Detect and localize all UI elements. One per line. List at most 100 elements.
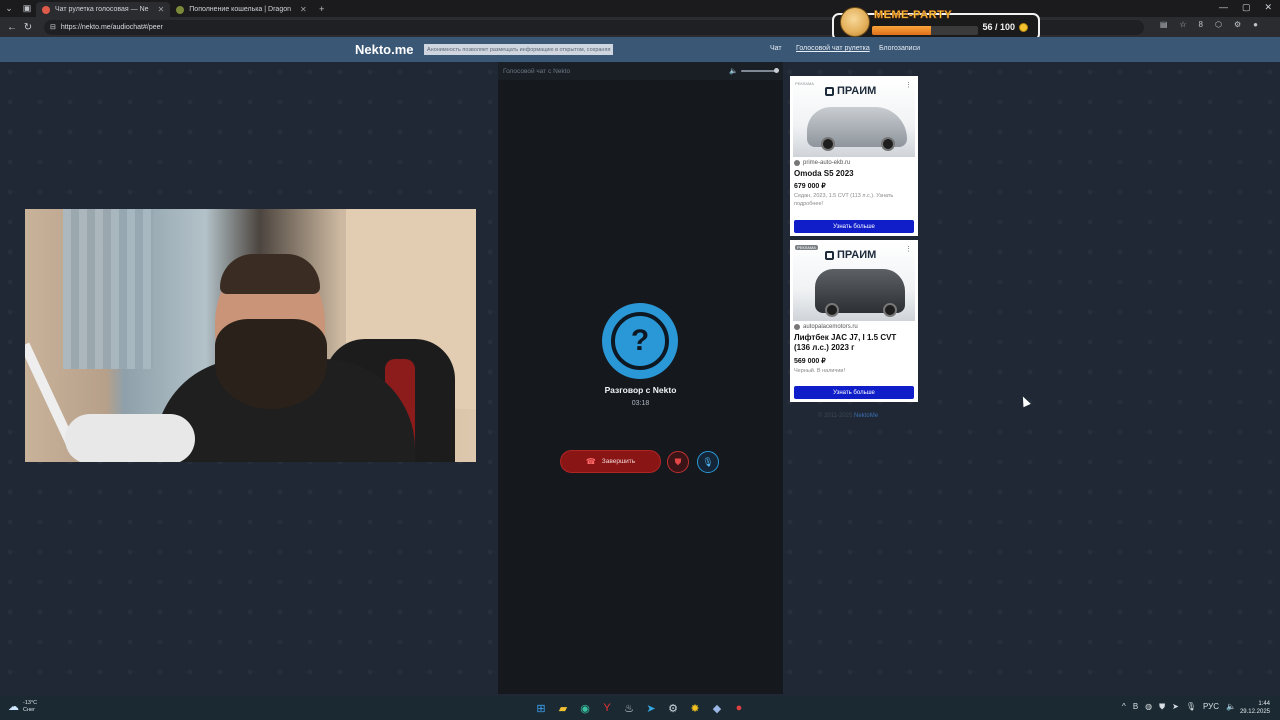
- tray-b-icon[interactable]: B: [1133, 702, 1138, 712]
- volume-knob[interactable]: [774, 68, 779, 73]
- obs-record-icon[interactable]: ●: [730, 699, 748, 717]
- webcam-curtain: [63, 209, 153, 369]
- windows-start-icon[interactable]: ⊞: [532, 699, 550, 717]
- nav-blog[interactable]: Блогозаписи: [879, 45, 920, 52]
- ad-learn-more-button[interactable]: Узнать больше: [794, 220, 914, 233]
- new-tab-button[interactable]: +: [313, 1, 331, 16]
- meme-score-text: 56 / 100: [982, 22, 1015, 32]
- voice-chat-panel: Голосовой чат с Nekto 🔈 ? Разговор с Nek…: [498, 62, 783, 694]
- app-drop-icon[interactable]: ◆: [708, 699, 726, 717]
- clock[interactable]: 1:44 29.12.2025: [1240, 700, 1270, 716]
- ad-price: 679 000 ₽: [794, 183, 826, 191]
- tray-shield-icon[interactable]: ⛊: [1159, 702, 1165, 712]
- more-options-icon[interactable]: ⋮: [905, 81, 912, 89]
- telegram-icon[interactable]: ➤: [642, 699, 660, 717]
- microphone-icon: 🎙: [702, 456, 714, 467]
- ad-card[interactable]: РЕКЛАМА ⋮ ПРАИМ autopalacemotors.ru Лифт…: [790, 240, 918, 402]
- domain-favicon-icon: [794, 160, 800, 166]
- tab-list-icon[interactable]: ⌄: [0, 1, 18, 16]
- bookmark-icon[interactable]: ☆: [1179, 20, 1186, 29]
- wheel-icon: [825, 303, 839, 317]
- extensions-icon[interactable]: ⬡: [1215, 20, 1222, 29]
- file-explorer-icon[interactable]: ▰: [554, 699, 572, 717]
- end-call-button[interactable]: ☎ Завершить: [560, 450, 661, 473]
- copyright-text: © 2011-2025: [818, 413, 853, 419]
- more-options-icon[interactable]: ⋮: [905, 245, 912, 253]
- volume-icon[interactable]: 🔈: [729, 67, 738, 75]
- weather-text: -13°C Снег: [23, 700, 37, 713]
- workspaces-icon[interactable]: ▣: [18, 1, 36, 16]
- wheel-icon: [881, 137, 895, 151]
- ad-description: Черный. В наличии!: [794, 367, 846, 374]
- ad-brand: ПРАИМ: [825, 85, 876, 97]
- tray-chevron-icon[interactable]: ^: [1122, 702, 1126, 712]
- window-controls: — ▢ ✕: [1219, 2, 1272, 13]
- reload-icon[interactable]: ↻: [20, 19, 36, 35]
- tab-title: Пополнение кошелька | Dragon: [189, 6, 291, 13]
- anonymity-note: Анонимность позволяет размещать информац…: [424, 44, 614, 55]
- peer-avatar: ?: [602, 303, 678, 379]
- ad-learn-more-button[interactable]: Узнать больше: [794, 386, 914, 399]
- tab-title: Чат рулетка голосовая — Ne: [55, 6, 149, 13]
- taskbar: ☁ -13°C Снег ⊞ ▰ ◉ Y ♨ ➤ ⚙ ✸ ◆ ● ^ B ◍ ⛊…: [0, 696, 1280, 720]
- volume-control[interactable]: 🔈: [729, 67, 779, 75]
- domain-favicon-icon: [794, 324, 800, 330]
- tab-close-icon[interactable]: ✕: [158, 5, 165, 14]
- tab-voice-chat[interactable]: Чат рулетка голосовая — Ne ✕: [36, 2, 171, 17]
- weather-widget[interactable]: ☁ -13°C Снег: [8, 700, 37, 713]
- tab-wallet-topup[interactable]: Пополнение кошелька | Dragon ✕: [170, 2, 312, 17]
- site-header: Nekto.me Анонимность позволяет размещать…: [0, 37, 1280, 62]
- peer-name: Разговор с Nekto: [604, 385, 677, 395]
- chat-header-title: Голосовой чат с Nekto: [503, 67, 571, 75]
- maximize-icon[interactable]: ▢: [1242, 2, 1251, 13]
- ad-image: РЕКЛАМА ⋮ ПРАИМ: [793, 243, 915, 321]
- tray-telegram-icon[interactable]: ➤: [1172, 702, 1179, 712]
- nav-chat[interactable]: Чат: [770, 45, 782, 52]
- webcam-video: [25, 209, 476, 462]
- ad-domain-text: autopalacemotors.ru: [803, 324, 858, 330]
- site-info-icon[interactable]: ⊟: [50, 23, 56, 31]
- footer-link[interactable]: NektoMe: [854, 413, 878, 419]
- call-timer: 03:18: [631, 400, 650, 407]
- hang-up-icon: ☎: [585, 457, 596, 466]
- tray-mic-icon[interactable]: 🎙: [1186, 702, 1196, 712]
- settings-icon[interactable]: ⚙: [1234, 20, 1241, 29]
- minimize-icon[interactable]: —: [1219, 2, 1228, 13]
- shield-icon: ⛊: [674, 456, 682, 467]
- settings-gear-icon[interactable]: ⚙: [664, 699, 682, 717]
- report-shield-button[interactable]: ⛊: [667, 451, 689, 473]
- site-logo[interactable]: Nekto.me: [355, 42, 414, 57]
- clock-date: 29.12.2025: [1239, 709, 1270, 716]
- back-icon[interactable]: ←: [4, 19, 20, 35]
- nav-voice-chat[interactable]: Голосовой чат рулетка: [796, 45, 870, 52]
- ad-price: 569 000 ₽: [794, 357, 826, 365]
- ad-card[interactable]: РЕКЛАМА ⋮ ПРАИМ prime-auto-ekb.ru Omoda …: [790, 76, 918, 236]
- ad-description: Седан, 2023, 1.5 CVT (113 л.с.). Узнать …: [794, 193, 894, 207]
- weather-condition: Снег: [23, 706, 36, 713]
- tab-count: 8: [1198, 20, 1203, 29]
- profile-avatar[interactable]: ●: [1253, 20, 1258, 29]
- language-indicator[interactable]: РУС: [1203, 702, 1219, 712]
- reader-icon[interactable]: ▤: [1160, 20, 1168, 29]
- speaker-icon[interactable]: 🔈: [1226, 702, 1236, 712]
- meme-party-title: MEME-PARTY: [874, 9, 953, 22]
- browser-tab-bar: ⌄ ▣ Чат рулетка голосовая — Ne ✕ Пополне…: [0, 0, 1280, 17]
- url-text: https://nekto.me/audiochat#/peer: [60, 23, 163, 31]
- coin-icon: [1019, 22, 1028, 32]
- microphone-button[interactable]: 🎙: [697, 451, 719, 473]
- brand-logo-icon: [825, 86, 834, 96]
- tray-app-icon[interactable]: ◍: [1145, 702, 1152, 712]
- meme-progress-fill: [872, 26, 932, 35]
- app-star-icon[interactable]: ✸: [686, 699, 704, 717]
- yandex-browser-icon[interactable]: Y: [598, 699, 616, 717]
- steam-icon[interactable]: ♨: [620, 699, 638, 717]
- volume-slider[interactable]: [741, 68, 779, 73]
- ad-domain: autopalacemotors.ru: [794, 324, 914, 330]
- webcam-person-hair: [220, 254, 320, 294]
- tab-favicon-icon: [176, 5, 185, 14]
- weather-temperature: -13°C: [23, 700, 38, 706]
- edge-icon[interactable]: ◉: [576, 699, 594, 717]
- end-call-label: Завершить: [601, 458, 636, 465]
- tab-close-icon[interactable]: ✕: [300, 5, 307, 14]
- close-window-icon[interactable]: ✕: [1264, 2, 1272, 13]
